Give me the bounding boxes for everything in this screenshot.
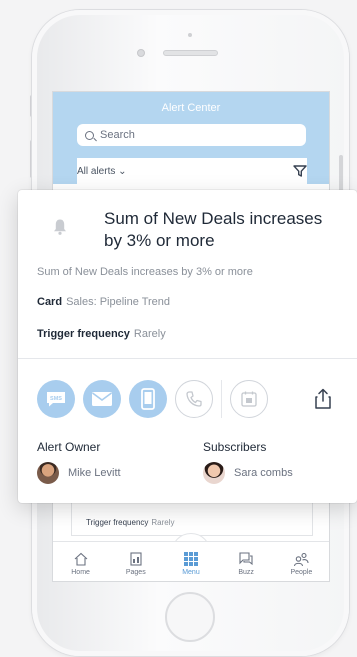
card-label: Card	[37, 296, 63, 308]
tab-label: Menu	[182, 569, 200, 576]
filter-icon[interactable]	[293, 165, 307, 177]
tab-label: Buzz	[238, 569, 254, 576]
phone-icon	[186, 391, 202, 407]
pages-icon	[130, 552, 142, 566]
background-frequency: Trigger frequency Rarely	[86, 518, 175, 527]
owner-entry[interactable]: Mike Levitt	[37, 462, 121, 484]
mobile-channel-button[interactable]	[129, 380, 167, 418]
background-frequency-value: Rarely	[151, 518, 175, 527]
alert-title: Sum of New Deals increases by 3% or more	[104, 209, 323, 250]
mobile-icon	[141, 388, 155, 410]
people-icon	[294, 552, 309, 567]
sms-icon: SMS	[47, 392, 65, 407]
background-frequency-label: Trigger frequency	[86, 518, 149, 527]
divider	[18, 358, 357, 359]
owner-name: Mike Levitt	[68, 467, 121, 479]
bell-icon	[54, 219, 66, 235]
background-alert-card[interactable]: Trigger frequency Rarely	[71, 502, 313, 536]
mail-icon	[92, 392, 112, 406]
tab-buzz[interactable]: Buzz	[224, 551, 268, 576]
search-input[interactable]	[100, 129, 290, 141]
tab-label: People	[290, 569, 313, 576]
alert-detail-card: Sum of New Deals increases by 3% or more…	[18, 190, 357, 503]
app-header: Alert Center All alerts ⌄	[53, 92, 329, 184]
alert-owner-label: Alert Owner	[37, 440, 101, 454]
calendar-icon	[241, 391, 257, 407]
tab-bar: Home Pages Menu Buzz People	[53, 541, 329, 581]
card-value[interactable]: Sales: Pipeline Trend	[66, 296, 170, 308]
alert-description: Sum of New Deals increases by 3% or more	[37, 266, 253, 278]
subscriber-entry[interactable]: Sara combs	[203, 462, 293, 484]
chat-icon	[239, 552, 253, 566]
search-icon	[85, 130, 94, 140]
home-icon	[74, 552, 87, 566]
subscriber-name: Sara combs	[234, 467, 293, 479]
tab-label: Pages	[125, 569, 146, 576]
sms-channel-button[interactable]: SMS	[37, 380, 75, 418]
search-box[interactable]	[77, 124, 306, 146]
share-icon[interactable]	[314, 388, 332, 410]
subscribers-label: Subscribers	[203, 440, 267, 454]
sensor-dot	[188, 33, 192, 37]
avatar	[203, 462, 225, 484]
home-button[interactable]	[165, 592, 215, 642]
page-title: Alert Center	[161, 102, 221, 114]
avatar	[37, 462, 59, 484]
alerts-filter-dropdown[interactable]: All alerts ⌄	[77, 166, 127, 177]
channel-separator	[221, 380, 222, 418]
email-channel-button[interactable]	[83, 380, 121, 418]
alert-frequency-row: Trigger frequency Rarely	[37, 328, 166, 340]
calendar-channel-button[interactable]	[230, 380, 268, 418]
front-camera	[137, 49, 145, 57]
earpiece-speaker	[163, 50, 218, 56]
tab-pages[interactable]: Pages	[114, 551, 158, 576]
tab-label: Home	[71, 569, 90, 576]
frequency-label: Trigger frequency	[37, 328, 130, 340]
frequency-value: Rarely	[133, 328, 166, 340]
tab-home[interactable]: Home	[59, 551, 103, 576]
alert-card-row: Card Sales: Pipeline Trend	[37, 296, 170, 308]
tab-people[interactable]: People	[279, 551, 323, 576]
tab-menu[interactable]: Menu	[169, 551, 213, 576]
grid-icon	[183, 552, 198, 566]
phone-channel-button[interactable]	[175, 380, 213, 418]
notification-channels: SMS	[37, 380, 276, 418]
filter-row: All alerts ⌄	[77, 158, 307, 184]
sms-icon-text: SMS	[50, 396, 62, 402]
